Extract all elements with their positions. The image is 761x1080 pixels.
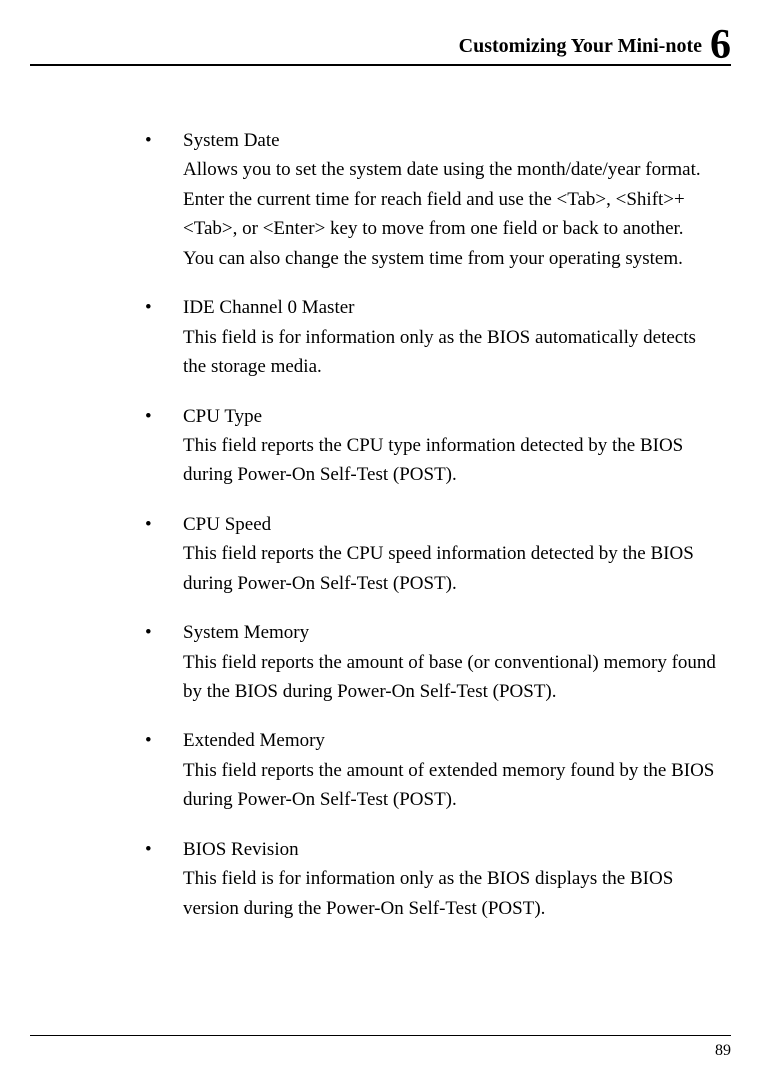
item-title: CPU Speed [183,510,721,539]
item-title: System Memory [183,618,721,647]
bullet-icon: • [145,726,152,755]
bullet-icon: • [145,618,152,647]
list-item: • BIOS Revision This field is for inform… [145,835,721,923]
bullet-icon: • [145,402,152,431]
bullet-list: • System Date Allows you to set the syst… [145,126,721,923]
item-title: Extended Memory [183,726,721,755]
list-item: • CPU Type This field reports the CPU ty… [145,402,721,490]
list-item: • System Date Allows you to set the syst… [145,126,721,273]
content-area: • System Date Allows you to set the syst… [30,126,731,923]
item-title: CPU Type [183,402,721,431]
item-body-extra: You can also change the system time from… [183,244,721,273]
item-title: IDE Channel 0 Master [183,293,721,322]
item-body: Allows you to set the system date using … [183,155,721,243]
list-item: • CPU Speed This field reports the CPU s… [145,510,721,598]
page-footer: 89 [30,1035,731,1060]
item-body: This field reports the CPU speed informa… [183,539,721,598]
page-number: 89 [30,1042,731,1060]
list-item: • IDE Channel 0 Master This field is for… [145,293,721,381]
footer-rule [30,1035,731,1036]
page: Customizing Your Mini-note 6 • System Da… [0,0,761,1080]
item-title: System Date [183,126,721,155]
bullet-icon: • [145,126,152,155]
bullet-icon: • [145,293,152,322]
bullet-icon: • [145,835,152,864]
header-title: Customizing Your Mini-note [459,35,702,58]
page-header: Customizing Your Mini-note 6 [30,18,731,66]
chapter-number: 6 [710,24,731,66]
bullet-icon: • [145,510,152,539]
item-body: This field is for information only as th… [183,323,721,382]
item-title: BIOS Revision [183,835,721,864]
item-body: This field reports the amount of extende… [183,756,721,815]
list-item: • System Memory This field reports the a… [145,618,721,706]
list-item: • Extended Memory This field reports the… [145,726,721,814]
item-body: This field reports the CPU type informat… [183,431,721,490]
item-body: This field reports the amount of base (o… [183,648,721,707]
item-body: This field is for information only as th… [183,864,721,923]
